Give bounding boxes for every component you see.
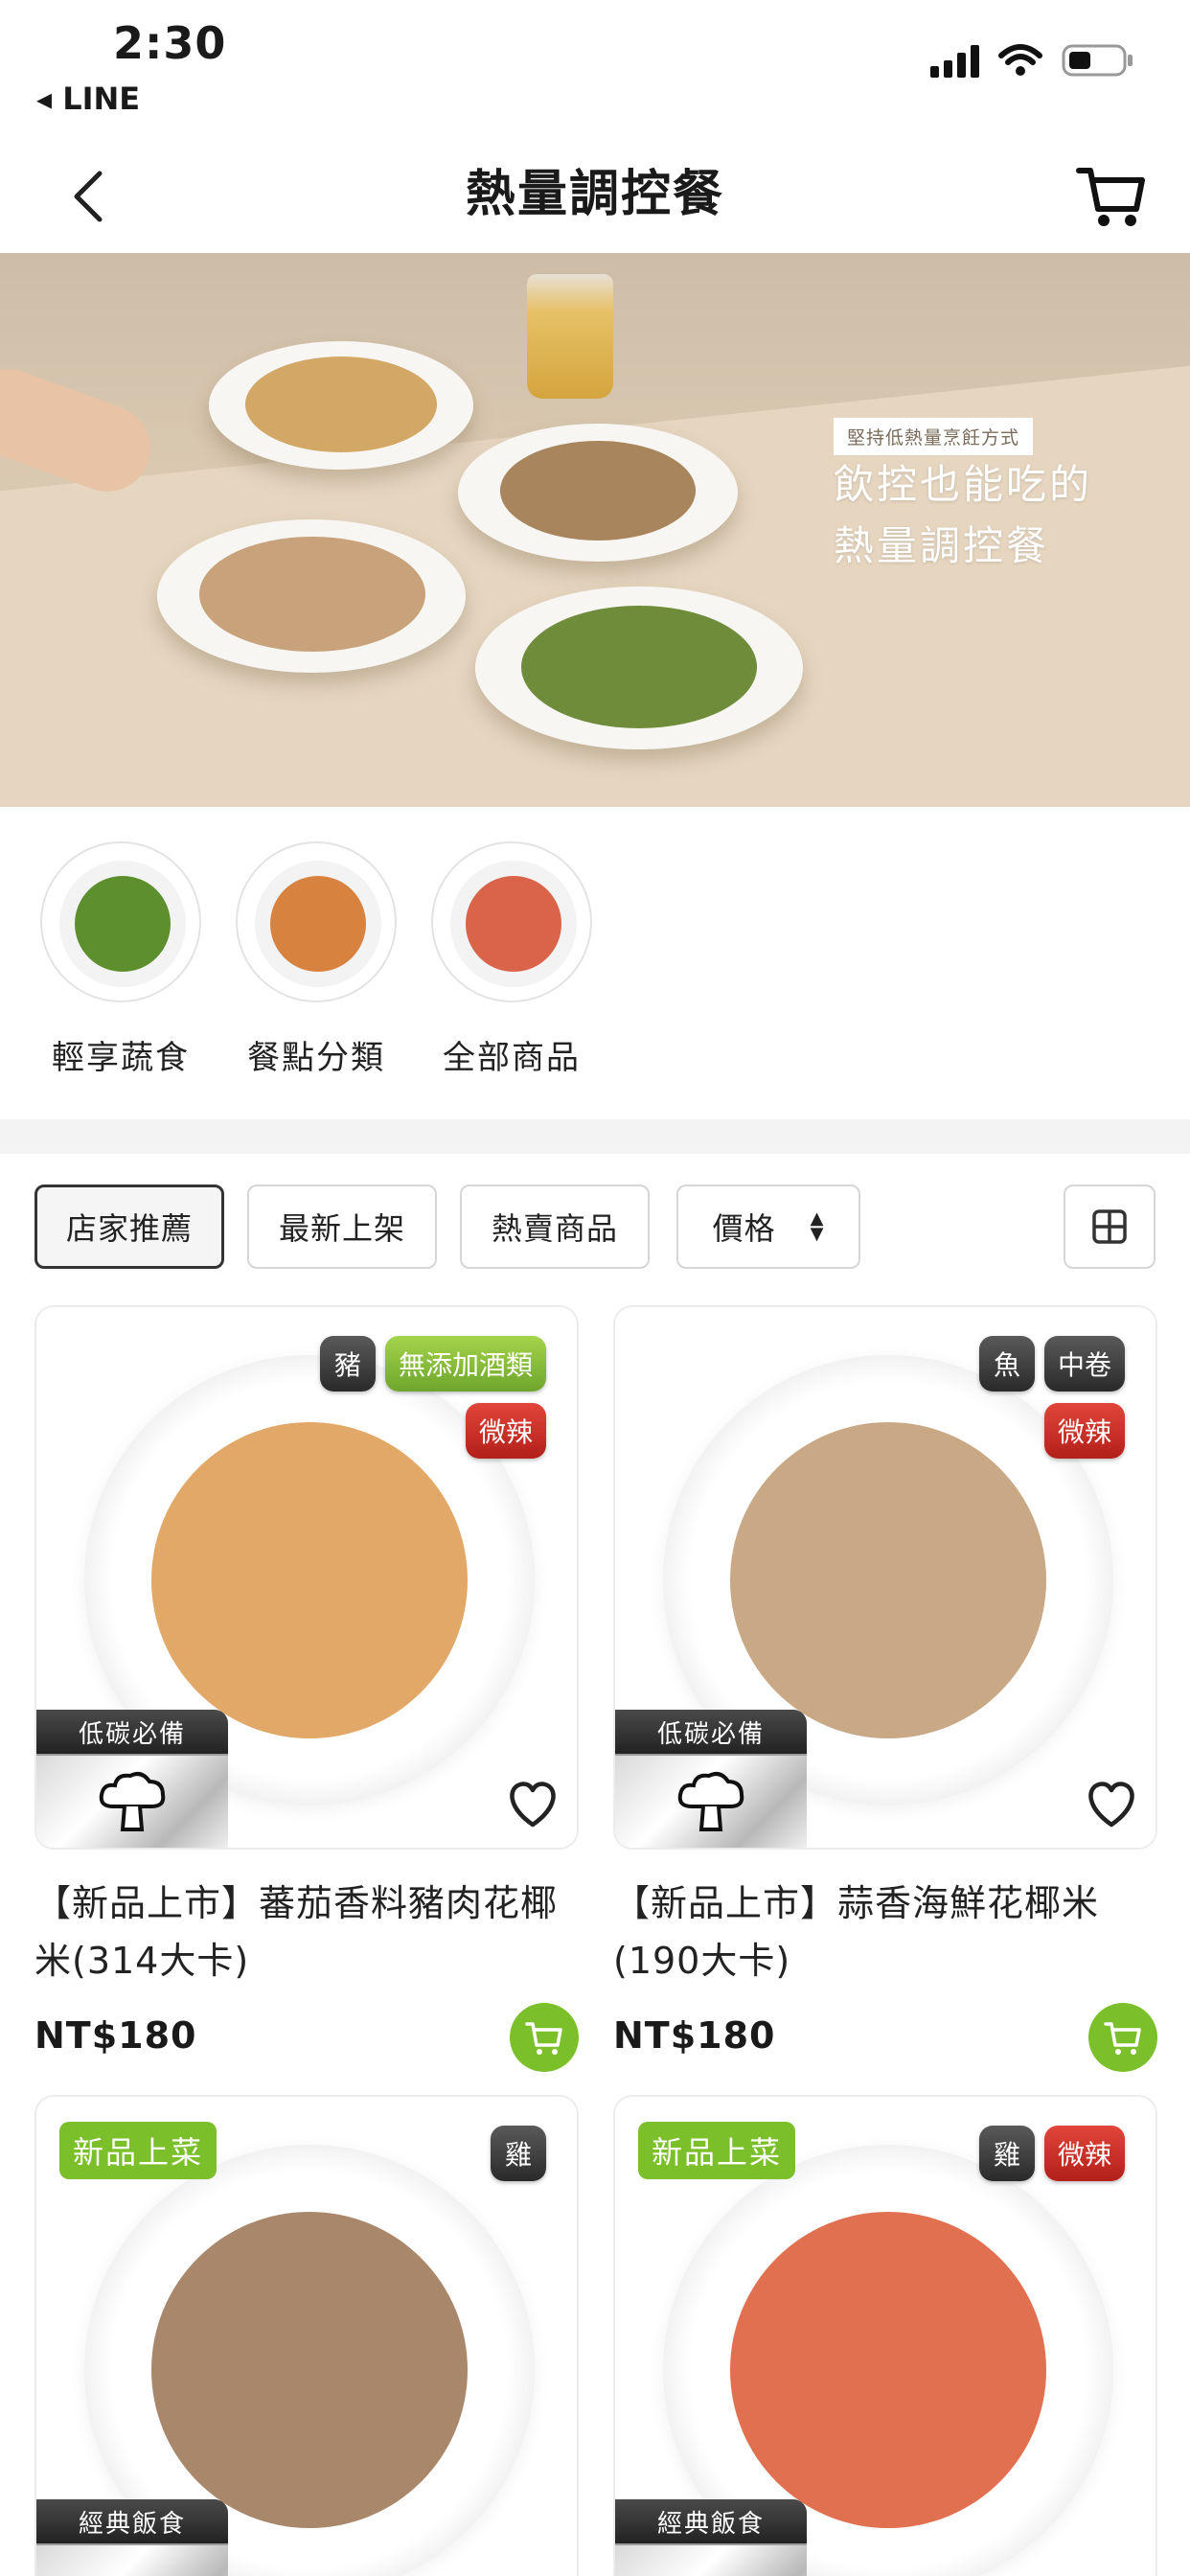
product-card[interactable]: 豬 無添加酒類 微辣 低碳必備 【新品上市】蕃茄香料豬肉花椰米(314大卡) N… xyxy=(34,1305,579,2080)
shopping-cart-icon[interactable] xyxy=(1073,157,1150,234)
section-divider xyxy=(0,1119,1190,1154)
banner-plate xyxy=(458,424,738,562)
category-meal-types[interactable]: 餐點分類 xyxy=(218,841,414,1078)
filter-newest-button[interactable]: 最新上架 xyxy=(247,1184,437,1269)
new-item-badge: 新品上菜 xyxy=(638,2122,796,2179)
product-price: NT$180 xyxy=(34,2014,197,2057)
category-all-products[interactable]: 全部商品 xyxy=(414,841,609,1078)
product-image[interactable]: 魚 中卷 微辣 低碳必備 xyxy=(613,1305,1157,1850)
product-card[interactable]: 魚 中卷 微辣 低碳必備 【新品上市】蒜香海鮮花椰米(190大卡) NT$180 xyxy=(613,1305,1157,2080)
broccoli-icon xyxy=(36,2543,228,2576)
new-item-badge: 新品上菜 xyxy=(59,2122,217,2179)
category-list: 輕享蔬食 餐點分類 全部商品 xyxy=(0,841,1190,1110)
category-veggie[interactable]: 輕享蔬食 xyxy=(23,841,218,1078)
back-to-app-link[interactable]: ◂ LINE xyxy=(36,80,140,117)
broccoli-icon xyxy=(615,1754,807,1848)
squid-tag: 中卷 xyxy=(1043,1336,1125,1392)
chicken-tag: 雞 xyxy=(978,2126,1035,2181)
add-to-cart-button[interactable] xyxy=(510,2003,579,2072)
product-image[interactable]: 豬 無添加酒類 微辣 低碳必備 xyxy=(34,1305,579,1850)
hero-tag: 堅持低熱量烹飪方式 xyxy=(834,418,1034,455)
favorite-heart-icon[interactable] xyxy=(504,1777,561,1830)
status-icons xyxy=(930,42,1134,79)
meal-type-badge: 經典飯食 xyxy=(36,2499,228,2576)
product-tags: 魚 中卷 xyxy=(978,1336,1125,1392)
broccoli-icon xyxy=(36,1754,228,1848)
meal-type-badge: 低碳必備 xyxy=(36,1710,228,1848)
broccoli-icon xyxy=(615,2543,807,2576)
nav-bar: 熱量調控餐 xyxy=(0,144,1190,251)
chicken-tag: 雞 xyxy=(491,2126,546,2181)
product-tags: 豬 無添加酒類 xyxy=(319,1336,546,1392)
meal-type-badge: 低碳必備 xyxy=(615,1710,807,1848)
no-alcohol-tag: 無添加酒類 xyxy=(384,1336,546,1392)
filter-recommended-button[interactable]: 店家推薦 xyxy=(34,1184,224,1269)
add-to-cart-button[interactable] xyxy=(1088,2003,1157,2072)
product-card[interactable]: 新品上菜 雞 微辣 經典飯食 xyxy=(613,2095,1157,2576)
cellular-signal-icon xyxy=(930,43,979,78)
filter-bestseller-button[interactable]: 熱賣商品 xyxy=(460,1184,650,1269)
banner-plate xyxy=(475,586,803,749)
spicy-tag: 微辣 xyxy=(1043,1403,1125,1459)
status-bar: 2:30 ◂ LINE xyxy=(0,0,1190,125)
sort-arrows-icon: ▲ ▼ xyxy=(810,1208,825,1244)
spicy-tag: 微辣 xyxy=(465,1403,546,1459)
battery-icon xyxy=(1062,42,1134,79)
product-image[interactable]: 新品上菜 雞 微辣 經典飯食 xyxy=(613,2095,1157,2576)
product-name[interactable]: 【新品上市】蒜香海鮮花椰米(190大卡) xyxy=(613,1874,1157,1990)
banner-plate xyxy=(157,519,466,673)
product-tags: 雞 xyxy=(491,2126,546,2181)
product-tags: 雞 微辣 xyxy=(978,2126,1125,2181)
hero-headline: 飲控也能吃的 熱量調控餐 xyxy=(834,461,1093,569)
product-price: NT$180 xyxy=(613,2014,776,2057)
favorite-heart-icon[interactable] xyxy=(1083,1777,1140,1830)
spicy-tag: 微辣 xyxy=(1043,2126,1125,2181)
category-image xyxy=(236,841,397,1002)
category-image xyxy=(40,841,201,1002)
fish-tag: 魚 xyxy=(978,1336,1035,1392)
tea-glass-image xyxy=(527,274,613,399)
hero-banner[interactable]: 堅持低熱量烹飪方式 飲控也能吃的 熱量調控餐 xyxy=(0,253,1190,807)
banner-plate xyxy=(209,341,473,470)
filter-price-button[interactable]: 價格 ▲ ▼ xyxy=(676,1184,860,1269)
wifi-icon xyxy=(998,43,1042,78)
product-card[interactable]: 新品上菜 雞 經典飯食 xyxy=(34,2095,579,2576)
filter-bar: 店家推薦 最新上架 熱賣商品 價格 ▲ ▼ xyxy=(34,1184,1156,1271)
product-image[interactable]: 新品上菜 雞 經典飯食 xyxy=(34,2095,579,2576)
status-time: 2:30 xyxy=(113,17,227,69)
grid-view-icon[interactable] xyxy=(1064,1184,1156,1269)
category-image xyxy=(431,841,592,1002)
page-title: 熱量調控餐 xyxy=(465,166,724,223)
meat-tag: 豬 xyxy=(319,1336,376,1392)
app-screen: 2:30 ◂ LINE 熱量調控餐 堅持低熱量烹飪方式 飲控也能吃的 熱量調控餐… xyxy=(0,0,1190,2576)
product-name[interactable]: 【新品上市】蕃茄香料豬肉花椰米(314大卡) xyxy=(34,1874,579,1990)
meal-type-badge: 經典飯食 xyxy=(615,2499,807,2576)
